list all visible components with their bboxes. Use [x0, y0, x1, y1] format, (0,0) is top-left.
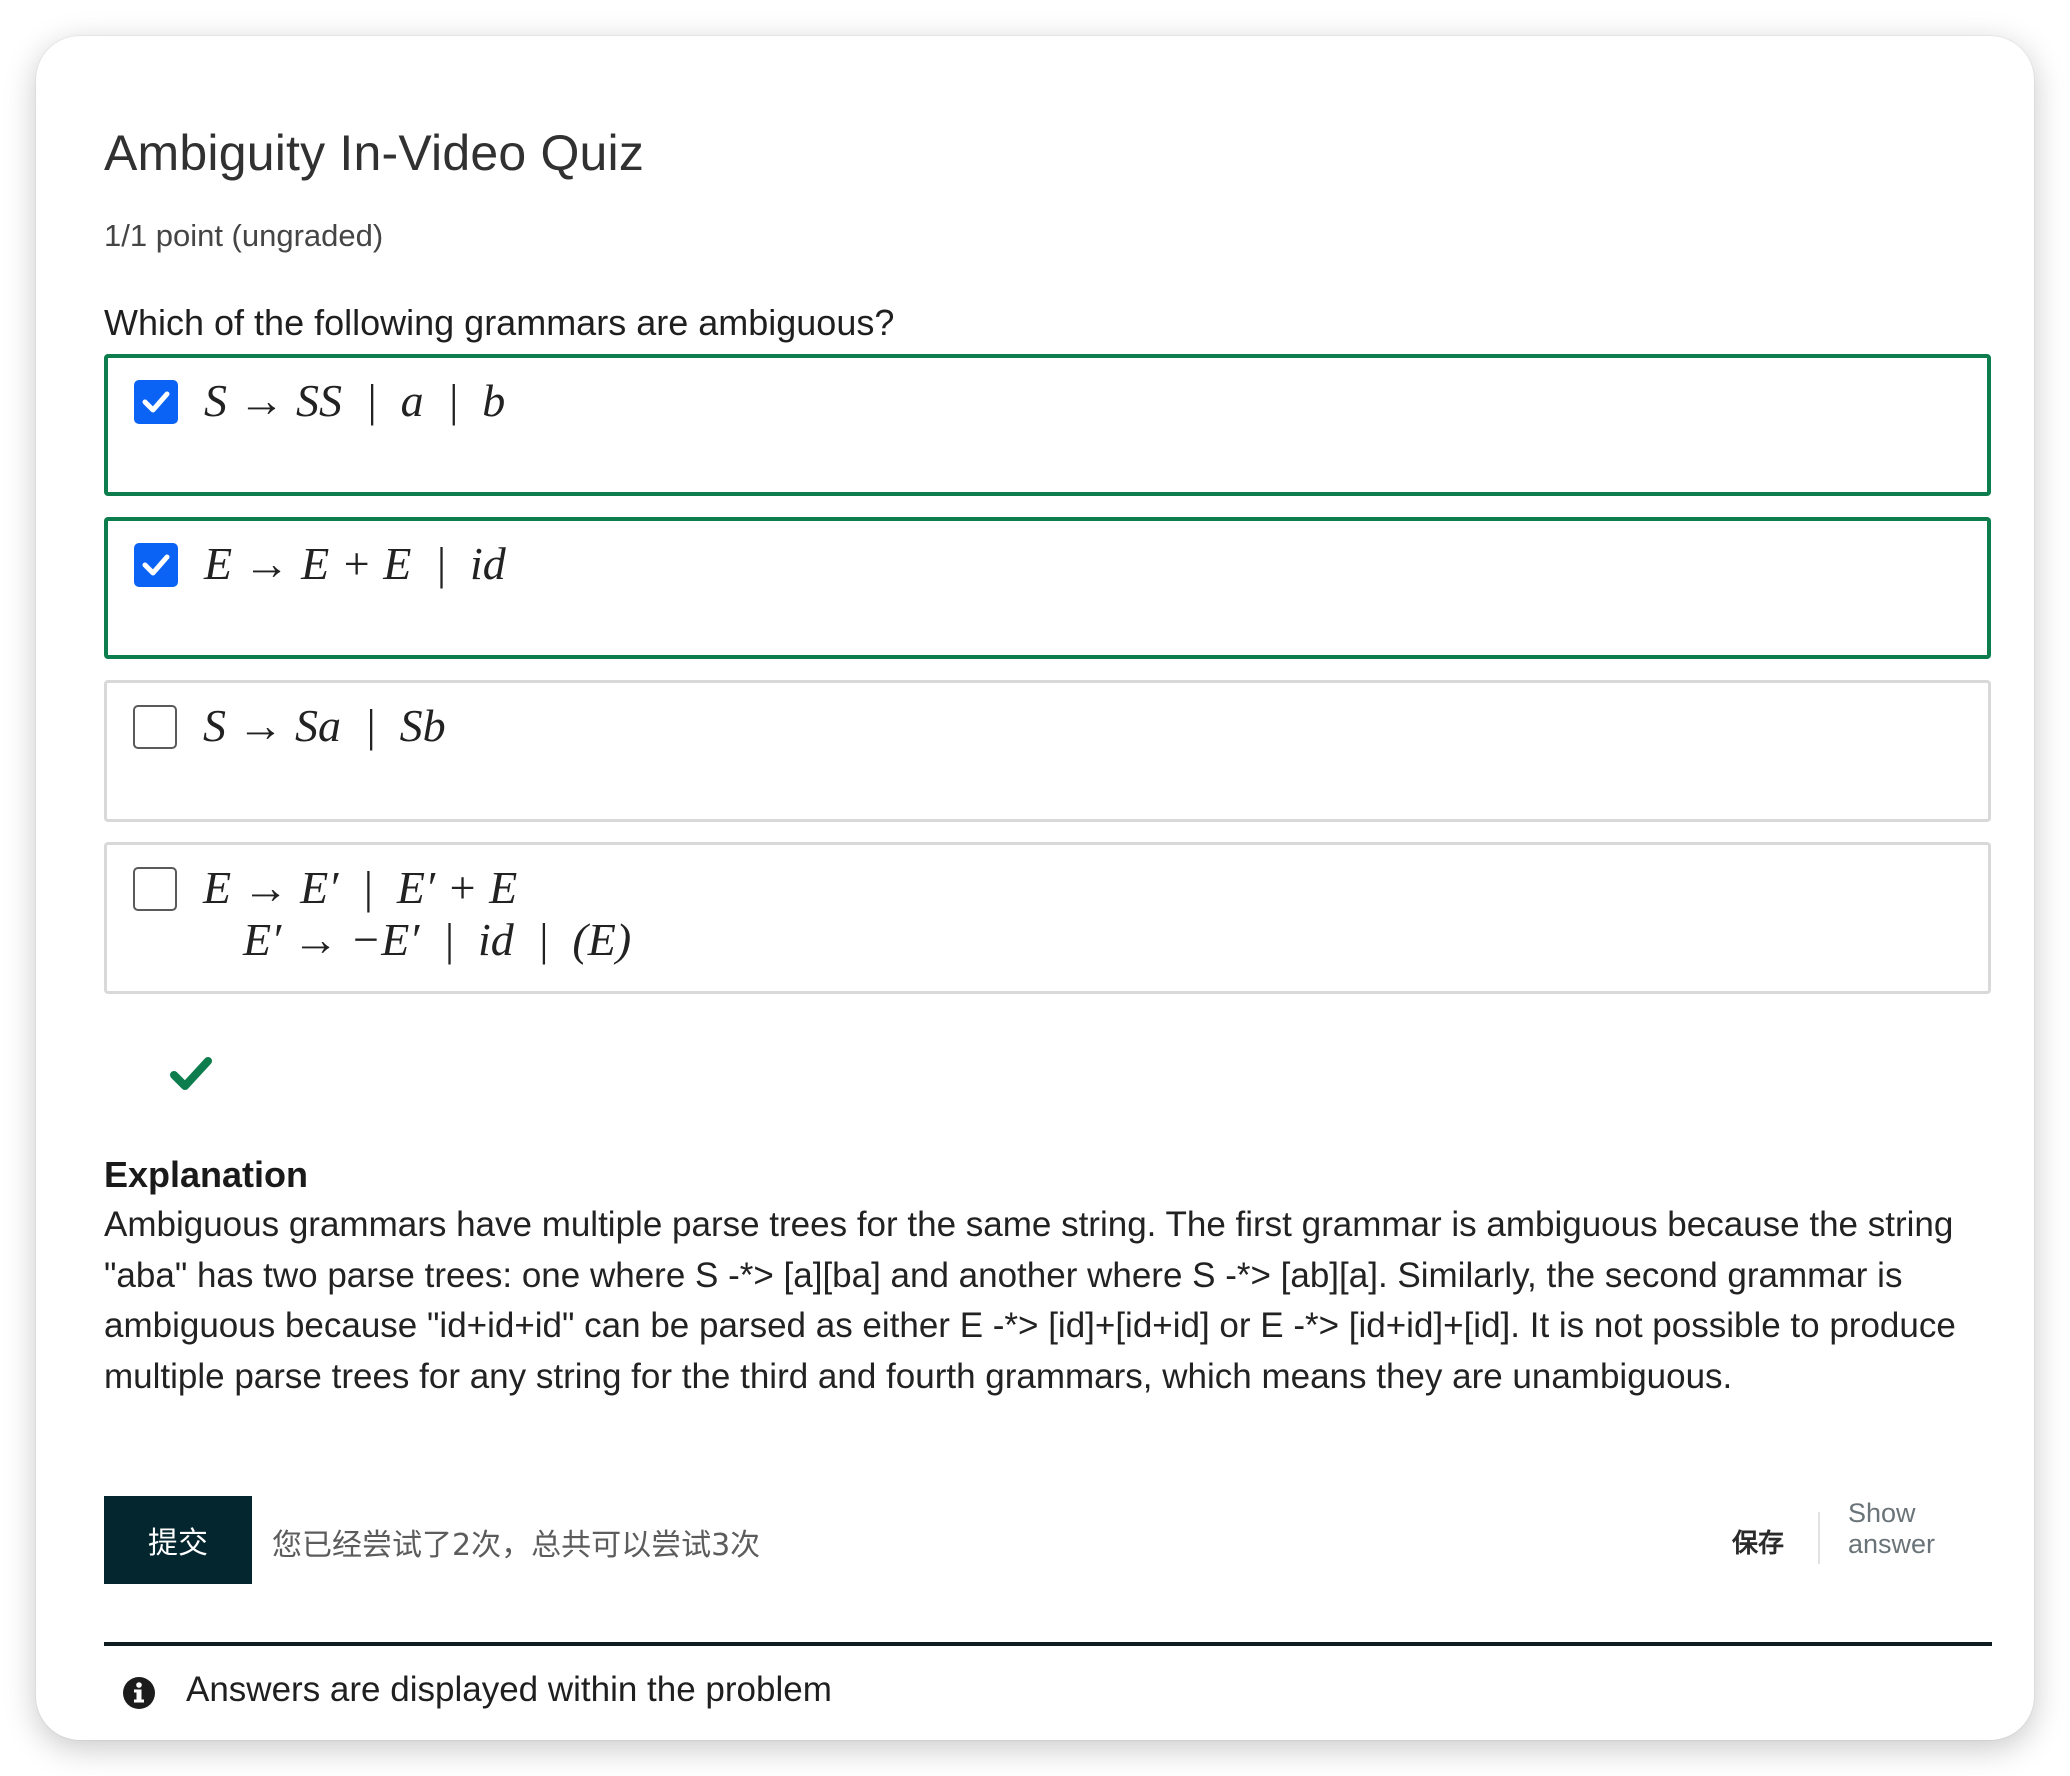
- show-answer-button[interactable]: Show answer: [1848, 1498, 1990, 1560]
- option-formula-line-2: E′ → −E′ | id | (E): [243, 914, 632, 965]
- points-label: 1/1 point (ungraded): [104, 218, 384, 253]
- action-divider: [1818, 1512, 1820, 1564]
- option-formula-line-1: E → E′ | E′ + E: [203, 862, 518, 913]
- notice-divider: [104, 1642, 1992, 1646]
- notice-text: Answers are displayed within the problem: [186, 1670, 832, 1709]
- checkbox-unchecked[interactable]: [133, 705, 177, 749]
- checkbox-checked[interactable]: [134, 380, 178, 424]
- submit-button[interactable]: 提交: [104, 1496, 252, 1584]
- question-text: Which of the following grammars are ambi…: [104, 302, 895, 343]
- checkbox-checked[interactable]: [134, 543, 178, 587]
- info-icon: [122, 1676, 156, 1715]
- save-button[interactable]: 保存: [1732, 1523, 1784, 1560]
- explanation-title: Explanation: [104, 1154, 309, 1195]
- answer-option-3[interactable]: S → Sa | Sb: [104, 680, 1991, 822]
- option-formula: S → SS | a | b: [204, 375, 506, 426]
- checkmark-icon: [170, 1057, 212, 1090]
- checkmark-icon: [142, 391, 170, 413]
- answer-option-4[interactable]: E → E′ | E′ + E E′ → −E′ | id | (E): [104, 842, 1991, 994]
- checkbox-unchecked[interactable]: [133, 867, 177, 911]
- correct-indicator: [170, 1056, 212, 1097]
- answer-option-2[interactable]: E → E + E | id: [104, 517, 1991, 659]
- attempts-text: 您已经尝试了2次，总共可以尝试3次: [272, 1528, 761, 1563]
- option-formula: E → E + E | id: [204, 538, 506, 589]
- quiz-title: Ambiguity In-Video Quiz: [104, 125, 645, 181]
- option-formula: S → Sa | Sb: [203, 700, 446, 751]
- explanation-body: Ambiguous grammars have multiple parse t…: [104, 1205, 1956, 1396]
- quiz-card: Ambiguity In-Video Quiz 1/1 point (ungra…: [36, 36, 2034, 1740]
- answer-option-1[interactable]: S → SS | a | b: [104, 354, 1991, 496]
- quiz-content: Ambiguity In-Video Quiz 1/1 point (ungra…: [104, 36, 1992, 1740]
- checkmark-icon: [142, 554, 170, 576]
